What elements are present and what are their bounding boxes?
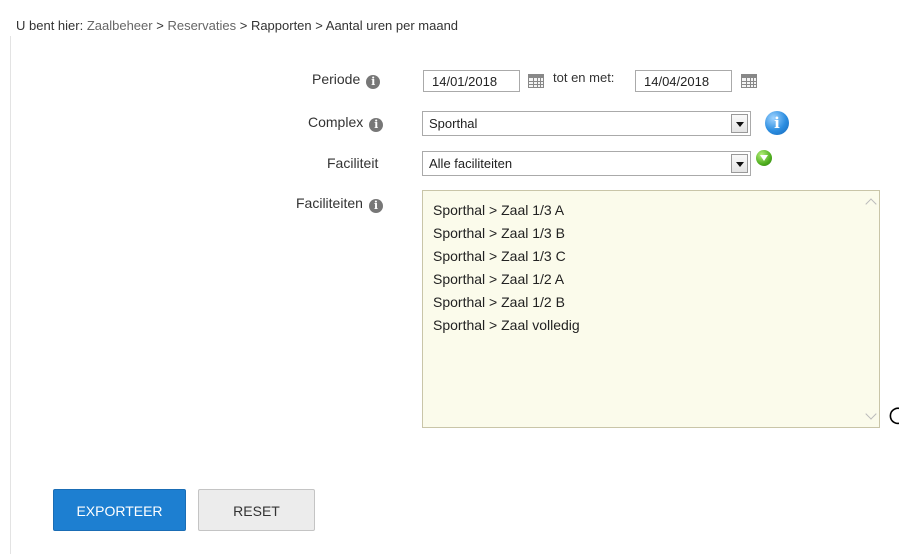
- chevron-down-icon[interactable]: [731, 114, 748, 133]
- breadcrumb: U bent hier: Zaalbeheer > Reservaties > …: [16, 18, 458, 33]
- complex-label: Complex i: [308, 114, 384, 132]
- faciliteiten-label: Faciliteiten i: [296, 195, 383, 213]
- breadcrumb-separator: >: [156, 18, 164, 33]
- database-icon: ◯: [889, 407, 899, 424]
- calendar-icon[interactable]: [741, 74, 757, 88]
- breadcrumb-separator: >: [315, 18, 323, 33]
- content-border: [10, 36, 11, 554]
- info-icon[interactable]: i: [368, 199, 383, 213]
- scroll-up-icon[interactable]: [865, 198, 877, 210]
- periode-from-input[interactable]: 14/01/2018: [423, 70, 520, 92]
- breadcrumb-link-reservaties[interactable]: Reservaties: [167, 18, 236, 33]
- add-down-icon[interactable]: [756, 150, 772, 166]
- faciliteit-select[interactable]: Alle faciliteiten: [422, 151, 751, 176]
- list-item[interactable]: Sporthal > Zaal 1/2 B: [423, 291, 879, 314]
- breadcrumb-link-rapporten[interactable]: Rapporten: [251, 18, 312, 33]
- breadcrumb-link-zaalbeheer[interactable]: Zaalbeheer: [87, 18, 153, 33]
- faciliteit-select-value: Alle faciliteiten: [429, 156, 513, 171]
- list-item[interactable]: Sporthal > Zaal 1/3 B: [423, 222, 879, 245]
- scroll-down-icon[interactable]: [865, 408, 877, 420]
- periode-label: Periode i: [312, 71, 381, 89]
- faciliteiten-label-text: Faciliteiten: [296, 195, 363, 211]
- info-icon[interactable]: i: [369, 118, 384, 132]
- reset-button[interactable]: RESET: [198, 489, 315, 531]
- list-item[interactable]: Sporthal > Zaal 1/2 A: [423, 268, 879, 291]
- list-item[interactable]: Sporthal > Zaal 1/3 A: [423, 199, 879, 222]
- periode-to-input[interactable]: 14/04/2018: [635, 70, 732, 92]
- breadcrumb-separator: >: [239, 18, 248, 33]
- info-circle-icon[interactable]: i: [765, 111, 789, 135]
- faciliteit-label: Faciliteit: [327, 155, 379, 171]
- chevron-down-icon[interactable]: [731, 154, 748, 173]
- complex-select-value: Sporthal: [429, 116, 478, 131]
- faciliteiten-listbox[interactable]: Sporthal > Zaal 1/3 A Sporthal > Zaal 1/…: [422, 190, 880, 428]
- complex-select[interactable]: Sporthal: [422, 111, 751, 136]
- calendar-icon[interactable]: [528, 74, 544, 88]
- export-button[interactable]: EXPORTEER: [53, 489, 186, 531]
- complex-label-text: Complex: [308, 114, 364, 130]
- periode-to-label: tot en met:: [553, 70, 615, 85]
- periode-label-text: Periode: [312, 71, 361, 87]
- breadcrumb-prefix: U bent hier:: [16, 18, 84, 33]
- info-icon[interactable]: i: [366, 75, 381, 89]
- list-item[interactable]: Sporthal > Zaal volledig: [423, 314, 879, 337]
- breadcrumb-current: Aantal uren per maand: [325, 18, 459, 33]
- list-item[interactable]: Sporthal > Zaal 1/3 C: [423, 245, 879, 268]
- scrollbar[interactable]: [862, 191, 879, 427]
